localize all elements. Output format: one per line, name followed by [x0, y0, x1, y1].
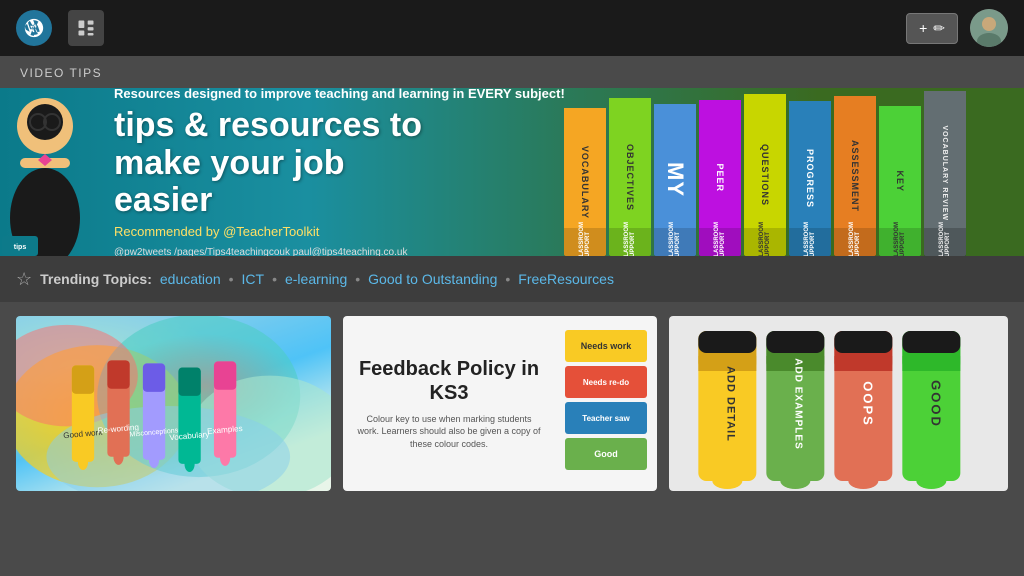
navbar: + ✏ [0, 0, 1024, 56]
card-feedback-policy[interactable]: Feedback Policy in KS3 Colour key to use… [343, 316, 658, 491]
svg-text:Teacher saw: Teacher saw [583, 414, 631, 423]
svg-text:Needs re-do: Needs re-do [583, 378, 629, 387]
user-avatar[interactable] [970, 9, 1008, 47]
svg-text:ADD DETAIL: ADD DETAIL [725, 366, 737, 442]
star-icon: ☆ [16, 269, 32, 290]
banner-content: Resources designed to improve teaching a… [90, 88, 1024, 256]
card-1-inner: Good work Re-wording Misconceptions Vo [16, 316, 331, 491]
cards-grid: Good work Re-wording Misconceptions Vo [0, 302, 1024, 505]
card-markers-colorful[interactable]: Good work Re-wording Misconceptions Vo [16, 316, 331, 491]
trending-topic-ict[interactable]: ICT [242, 271, 265, 287]
svg-text:tips: tips [14, 244, 27, 251]
card-feedback-keys: Needs work Needs re-do Teacher saw Good [555, 316, 657, 491]
separator-dot-3: • [355, 271, 360, 287]
banner-social-text: @pw2tweets /pages/Tips4teachingcouk paul… [114, 247, 1000, 256]
reader-icon-btn[interactable] [68, 10, 104, 46]
banner-title: tips & resources to make your job easier [114, 107, 1000, 219]
trending-bar: ☆ Trending Topics: education • ICT • e-l… [0, 256, 1024, 302]
section-title: VIDEO TIPS [0, 56, 1024, 88]
separator-dot-4: • [505, 271, 510, 287]
separator-dot-2: • [272, 271, 277, 287]
svg-text:Good: Good [595, 449, 619, 459]
navbar-left [16, 10, 104, 46]
card-feedback-title: Feedback Policy in KS3 [355, 357, 544, 405]
svg-text:GOOD: GOOD [929, 380, 944, 428]
trending-topic-good-to-outstanding[interactable]: Good to Outstanding [368, 271, 497, 287]
svg-text:Needs work: Needs work [581, 341, 633, 351]
svg-text:OOPS: OOPS [861, 381, 876, 427]
separator-dot-1: • [229, 271, 234, 287]
banner: tips Resources designed to improve teach… [0, 88, 1024, 256]
card-feedback-subtitle: Colour key to use when marking students … [355, 413, 544, 451]
banner-subtitle: Recommended by @TeacherToolkit [114, 224, 1000, 239]
trending-label: Trending Topics: [40, 271, 152, 287]
svg-text:ADD EXAMPLES: ADD EXAMPLES [793, 358, 804, 449]
new-post-button[interactable]: + ✏ [906, 13, 958, 44]
wordpress-logo[interactable] [16, 10, 52, 46]
card-markers-labels[interactable]: ADD DETAIL ADD EXAMPLES OOPS G [669, 316, 1008, 491]
trending-topic-freeresources[interactable]: FreeResources [518, 271, 614, 287]
card-feedback-content: Feedback Policy in KS3 Colour key to use… [343, 345, 556, 463]
trending-topic-education[interactable]: education [160, 271, 221, 287]
edit-icon: ✏ [933, 20, 945, 37]
trending-topic-elearning[interactable]: e-learning [285, 271, 347, 287]
navbar-right: + ✏ [906, 9, 1008, 47]
content-area: VIDEO TIPS tips Resources [0, 56, 1024, 576]
banner-top-text: Resources designed to improve teaching a… [114, 88, 1000, 101]
plus-icon: + [919, 20, 927, 36]
